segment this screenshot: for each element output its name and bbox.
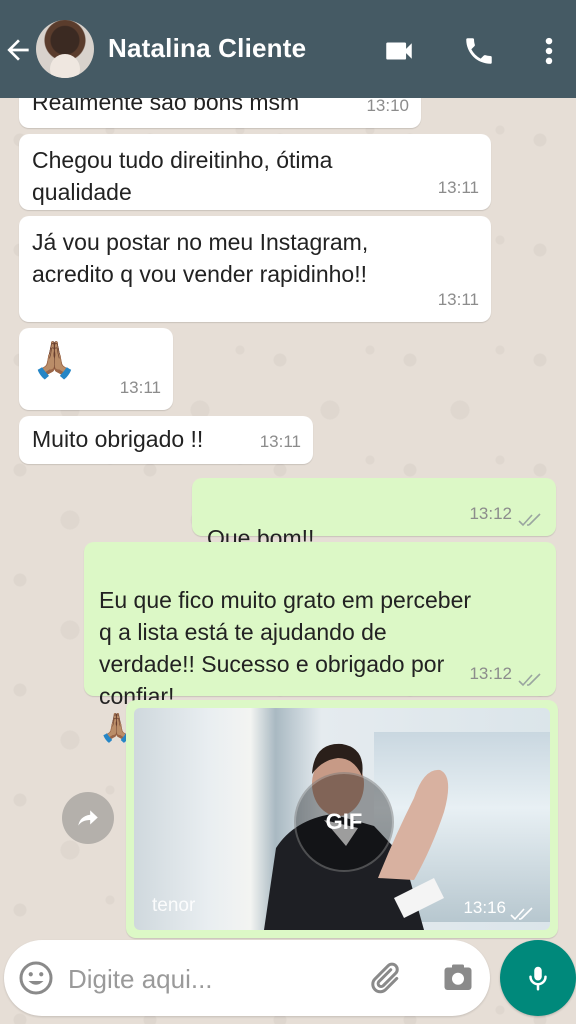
chat-header: Natalina Cliente [0, 0, 576, 98]
contact-name[interactable]: Natalina Cliente [108, 33, 306, 64]
forward-icon [78, 810, 98, 826]
message-time: 13:11 [437, 290, 479, 309]
double-check-icon [518, 673, 541, 687]
message-bubble-incoming[interactable]: 🙏🏽 13:11 [19, 328, 173, 410]
double-check-icon [510, 907, 533, 921]
double-check-icon [518, 513, 541, 527]
mic-icon [529, 966, 547, 991]
more-vert-icon[interactable] [536, 34, 562, 68]
paperclip-icon[interactable] [366, 960, 402, 996]
message-input[interactable] [66, 958, 350, 1000]
gif-source-label: tenor [152, 895, 196, 916]
message-bubble-incoming[interactable]: Já vou postar no meu Instagram, acredito… [19, 216, 491, 322]
message-time: 13:12 [469, 504, 512, 523]
message-time: 13:11 [119, 378, 161, 397]
message-time: 13:11 [259, 432, 301, 451]
message-text-content: Eu que fico muito grato em perceber q a … [99, 587, 472, 709]
message-time: 13:16 [463, 898, 506, 917]
message-text: Muito obrigado !! [32, 426, 204, 452]
message-time: 13:12 [469, 664, 512, 683]
emoji-icon[interactable] [18, 960, 54, 996]
gif-preview[interactable]: GIF tenor 13:16 [134, 708, 550, 930]
gif-badge[interactable]: GIF [294, 772, 394, 872]
message-bubble-incoming[interactable]: Muito obrigado !! 13:11 [19, 416, 313, 464]
forward-button[interactable] [62, 792, 114, 844]
phone-icon[interactable] [462, 34, 496, 68]
message-emoji: 🙏🏽 [32, 339, 77, 380]
mic-button[interactable] [500, 940, 576, 1016]
message-time: 13:11 [437, 178, 479, 197]
arrow-left-icon[interactable] [2, 34, 34, 66]
camera-icon[interactable] [440, 960, 476, 996]
message-bubble-outgoing[interactable]: Eu que fico muito grato em perceber q a … [84, 542, 556, 743]
avatar[interactable] [36, 20, 94, 78]
video-call-icon[interactable] [382, 34, 416, 68]
gif-message-bubble[interactable]: GIF tenor 13:16 [126, 700, 558, 938]
message-bubble-outgoing[interactable]: Que bom!! 13:12 [192, 478, 556, 590]
message-text: Já vou postar no meu Instagram, acredito… [32, 229, 369, 287]
message-text: Chegou tudo direitinho, ótima qualidade [32, 147, 333, 205]
message-bubble-incoming[interactable]: Chegou tudo direitinho, ótima qualidade … [19, 134, 491, 210]
message-composer [4, 940, 490, 1016]
